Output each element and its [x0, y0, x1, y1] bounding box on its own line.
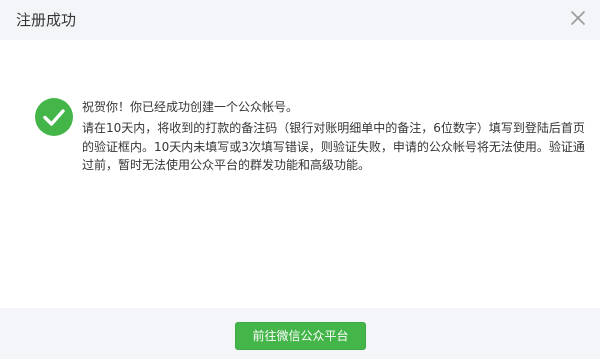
success-message: 祝贺你！你已经成功创建一个公众帐号。 请在10天内，将收到的打款的备注码（银行对… [82, 98, 590, 175]
close-icon[interactable] [570, 10, 586, 26]
success-message-description: 请在10天内，将收到的打款的备注码（银行对账明细单中的备注，6位数字）填写到登陆… [82, 121, 585, 172]
dialog-body: 祝贺你！你已经成功创建一个公众帐号。 请在10天内，将收到的打款的备注码（银行对… [0, 40, 600, 308]
registration-success-dialog: 注册成功 祝贺你！你已经成功创建一个公众帐号。 请在10天内，将收到的打款的备注… [0, 0, 600, 359]
go-to-platform-button[interactable]: 前往微信公众平台 [235, 322, 366, 350]
success-message-title: 祝贺你！你已经成功创建一个公众帐号。 [82, 100, 299, 114]
dialog-header: 注册成功 [0, 0, 600, 40]
dialog-title: 注册成功 [16, 11, 77, 29]
dialog-footer: 前往微信公众平台 [0, 308, 600, 359]
success-check-icon [35, 98, 73, 136]
